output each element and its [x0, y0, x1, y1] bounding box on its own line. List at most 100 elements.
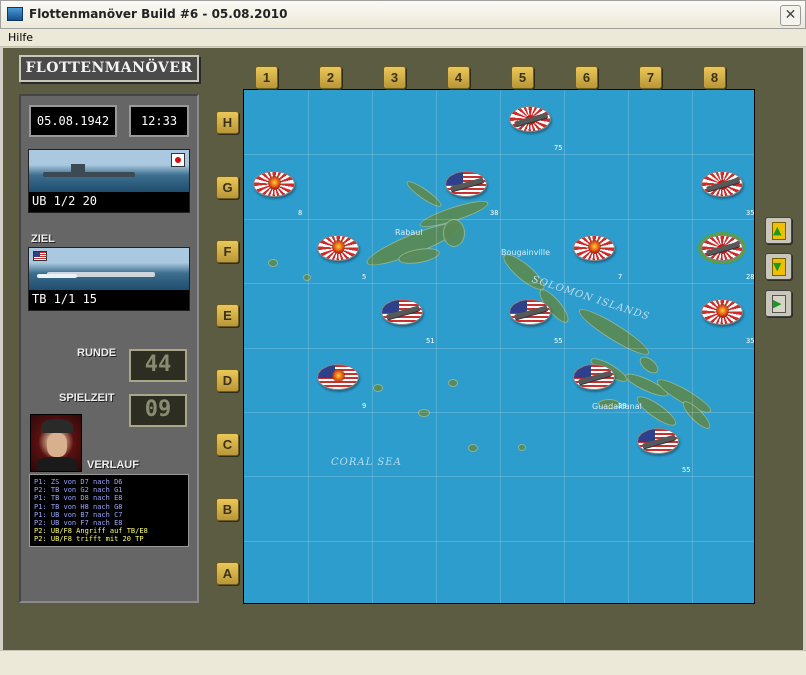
column-label-8: 8	[703, 66, 726, 89]
burning-ship-icon	[332, 368, 345, 382]
map-label-bougainville: Bougainville	[501, 248, 551, 257]
column-label-7: 7	[639, 66, 662, 89]
row-label-A: A	[216, 562, 239, 585]
grid-line	[628, 90, 629, 603]
download-button[interactable]: ▼	[765, 253, 792, 280]
arrow-right-icon: ▶	[773, 297, 782, 310]
burning-ship-icon	[332, 240, 345, 253]
unit-strength: 7	[618, 273, 623, 281]
japan-unit-token-f2[interactable]	[317, 235, 359, 261]
row-label-C: C	[216, 433, 239, 457]
side-panel: 05.08.1942 12:33 UB 1/2 20 ZIEL TB 1/1 1…	[19, 94, 199, 603]
row-label-E: E	[216, 304, 239, 328]
warship-icon	[385, 305, 421, 320]
target-heading: ZIEL	[31, 233, 55, 245]
target-unit-card: TB 1/1 15	[28, 247, 190, 311]
column-label-2: 2	[319, 66, 342, 89]
warship-icon	[705, 241, 741, 256]
app-icon	[7, 7, 23, 21]
us-unit-token-d2[interactable]	[317, 363, 359, 390]
round-label: RUNDE	[77, 347, 117, 359]
warship-icon	[705, 177, 741, 192]
own-unit-label: UB 1/2 20	[32, 194, 98, 208]
unit-strength: 38	[490, 208, 499, 217]
close-button[interactable]: ✕	[780, 5, 801, 26]
column-label-5: 5	[511, 66, 534, 89]
row-label-G: G	[216, 175, 239, 199]
submarine-image	[29, 150, 189, 192]
burning-ship-icon	[268, 175, 281, 189]
round-counter: 44	[129, 349, 187, 382]
japan-unit-token-h5[interactable]	[509, 106, 551, 133]
history-log: P1: ZS von D7 nach D6 P2: TB von G2 nach …	[29, 474, 189, 547]
row-label-H: H	[216, 111, 239, 135]
game-area: FLOTTENMANÖVER 05.08.1942 12:33 UB 1/2 2…	[3, 48, 803, 650]
game-logo: FLOTTENMANÖVER	[19, 55, 199, 82]
unit-strength: 28	[618, 401, 627, 410]
us-unit-token-g4[interactable]	[445, 170, 487, 197]
history-line: P1: TB von D8 nach E8	[34, 494, 123, 503]
japan-unit-token-f8[interactable]	[701, 235, 743, 261]
row-label-F: F	[216, 240, 239, 263]
upload-button[interactable]: ▲	[765, 217, 792, 244]
unit-strength: 5	[362, 273, 367, 281]
unit-strength: 28	[746, 273, 755, 281]
warship-icon	[513, 112, 549, 127]
warship-icon	[449, 177, 485, 192]
japan-unit-token-g1[interactable]	[253, 170, 295, 197]
unit-strength: 9	[362, 401, 367, 410]
arrow-up-icon: ▲	[773, 224, 782, 237]
us-unit-token-e5[interactable]	[509, 299, 551, 326]
title-bar: Flottenmanöver Build #6 - 05.08.2010 ✕	[0, 0, 806, 29]
unit-strength: 55	[554, 337, 563, 346]
date-display: 05.08.1942	[29, 105, 117, 137]
grid-line	[244, 476, 754, 478]
commander-portrait	[30, 414, 82, 472]
own-unit-card: UB 1/2 20	[28, 149, 190, 213]
warship-icon	[577, 370, 613, 385]
grid-line	[692, 90, 693, 603]
unit-strength: 51	[426, 337, 435, 346]
torpedo-boat-image	[29, 248, 189, 290]
column-label-1: 1	[255, 66, 278, 89]
japan-flag-icon	[171, 153, 185, 167]
unit-strength: 8	[298, 208, 303, 217]
usa-flag-icon	[33, 251, 47, 261]
game-board[interactable]: Rabaul Bougainville SOLOMON ISLANDS CORA…	[243, 89, 755, 604]
row-label-D: D	[216, 368, 239, 392]
unit-strength: 35	[746, 337, 755, 346]
history-line: P1: ZS von D7 nach D6	[34, 478, 123, 486]
history-line: P1: UB von B7 nach C7	[34, 510, 123, 519]
column-label-3: 3	[383, 66, 406, 89]
unit-strength: 55	[682, 466, 691, 475]
history-line: P2: UB/F8 trifft mit 20 TP	[34, 535, 144, 544]
column-label-4: 4	[447, 66, 470, 89]
japan-unit-token-f6[interactable]	[573, 235, 615, 261]
menu-help[interactable]: Hilfe	[8, 31, 33, 44]
grid-line	[244, 412, 754, 413]
grid-line	[244, 540, 754, 542]
column-label-6: 6	[575, 66, 598, 89]
map-label-guadalcanal: Guadalcanal	[592, 402, 642, 411]
history-line: P2: TB von G2 nach G1	[34, 486, 123, 495]
grid-line	[244, 347, 754, 349]
row-label-B: B	[216, 497, 239, 521]
japan-unit-token-g8[interactable]	[701, 170, 743, 197]
exit-button[interactable]: ▶	[765, 290, 792, 317]
unit-strength: 75	[554, 144, 563, 153]
menu-bar: Hilfe	[0, 29, 806, 47]
map-label-rabaul: Rabaul	[395, 228, 423, 237]
us-unit-token-e3[interactable]	[381, 299, 423, 326]
us-unit-token-d6[interactable]	[573, 363, 615, 390]
unit-strength: 35	[746, 208, 755, 217]
japan-unit-token-e8[interactable]	[701, 299, 743, 326]
window-title: Flottenmanöver Build #6 - 05.08.2010	[29, 7, 288, 21]
grid-line	[564, 90, 565, 603]
burning-ship-icon	[716, 304, 729, 318]
us-unit-token-c7[interactable]	[637, 428, 679, 455]
time-display: 12:33	[129, 105, 189, 137]
history-line: P2: UB von F7 nach E8	[34, 519, 123, 528]
burning-ship-icon	[588, 240, 601, 253]
playtime-label: SPIELZEIT	[59, 392, 115, 404]
arrow-down-icon: ▼	[773, 260, 782, 273]
